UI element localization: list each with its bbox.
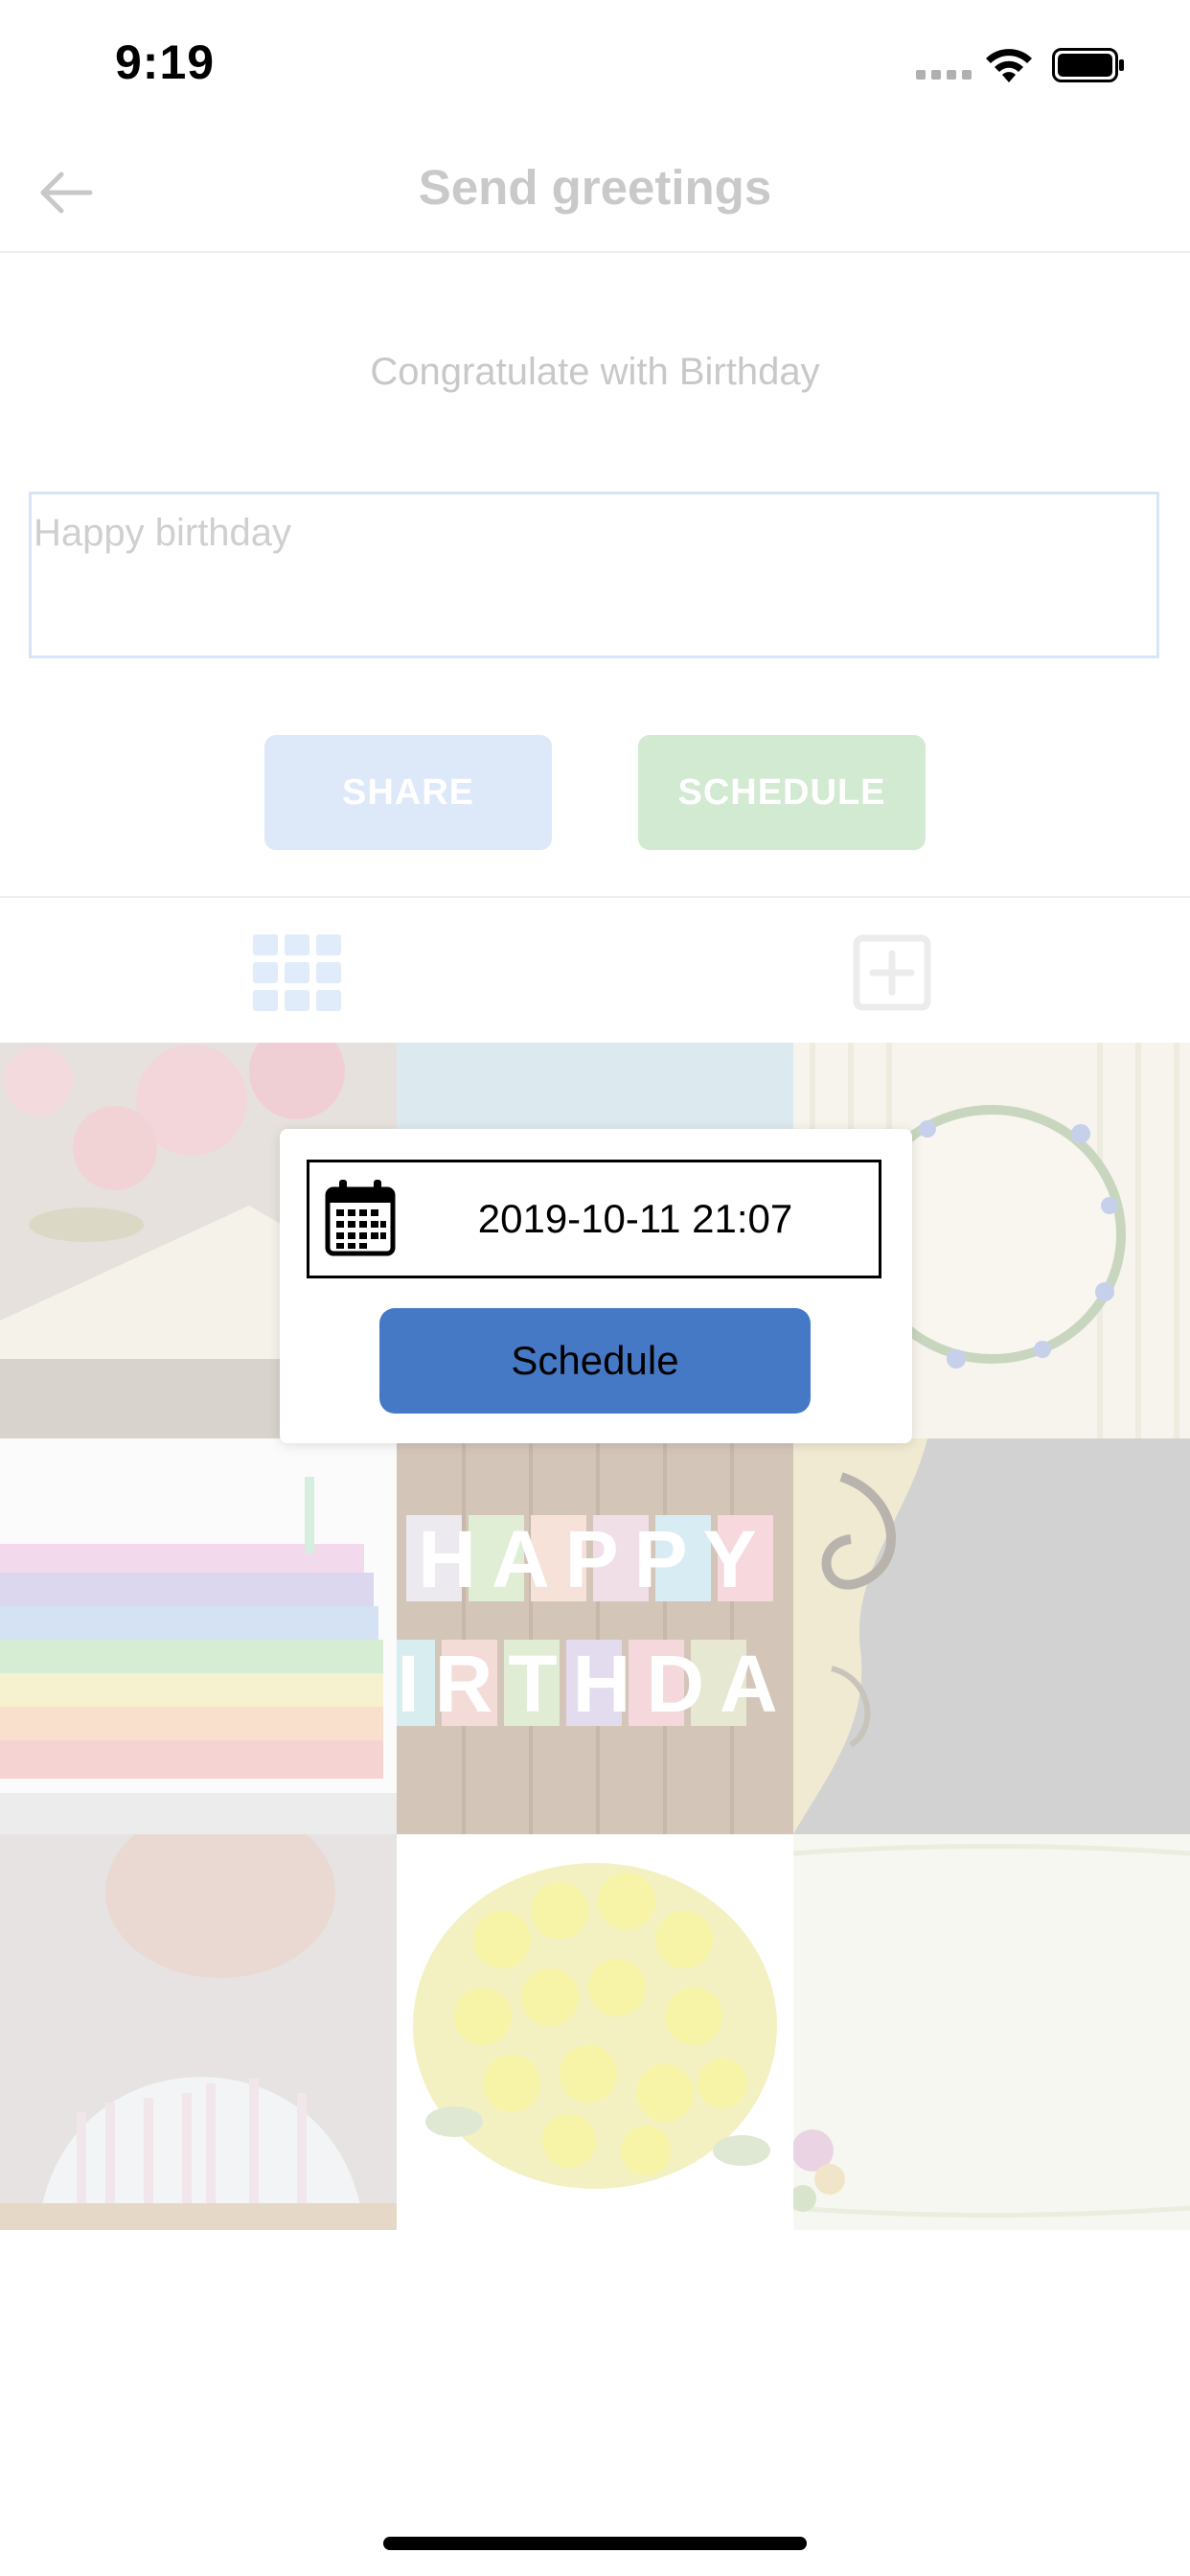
datetime-picker-field[interactable]: 2019-10-11 21:07 [307,1160,881,1278]
datetime-value: 2019-10-11 21:07 [477,1196,793,1241]
tile-text-bottom: IRTHDA [397,1639,792,1729]
calendar-icon[interactable] [325,1178,396,1256]
gallery-tile-gold-swirl[interactable] [793,1438,1190,1834]
gallery-tile-happy-birthday[interactable]: HAPPY IRTHDA [397,1438,793,1834]
gallery-tile-cream-paper[interactable] [793,1834,1190,2230]
gallery-tile-rainbow-cake[interactable] [0,1438,397,1834]
page-title: Send greetings [418,160,772,215]
status-time: 9:19 [115,35,216,89]
plus-square-icon[interactable] [853,934,931,1011]
tile-text-top: HAPPY [418,1514,771,1604]
section-divider [0,896,1190,898]
cellular-signal-icon [916,70,972,83]
gallery-tile-yellow-roses[interactable] [397,1834,793,2230]
wifi-icon [983,44,1035,84]
schedule-dialog: 2019-10-11 21:07 Schedule [280,1129,912,1443]
grid-icon[interactable] [253,934,341,1011]
greeting-subtitle: Congratulate with Birthday [370,351,820,393]
share-button[interactable]: SHARE [264,735,552,850]
confirm-schedule-button[interactable]: Schedule [379,1308,811,1414]
back-arrow-icon[interactable] [36,169,94,217]
header-divider [0,251,1190,253]
home-indicator[interactable] [383,2537,807,2550]
message-textarea[interactable]: Happy birthday [29,492,1159,658]
gallery-tile-girl-candles[interactable] [0,1834,397,2230]
battery-icon [1052,48,1127,82]
schedule-button[interactable]: SCHEDULE [638,735,926,850]
